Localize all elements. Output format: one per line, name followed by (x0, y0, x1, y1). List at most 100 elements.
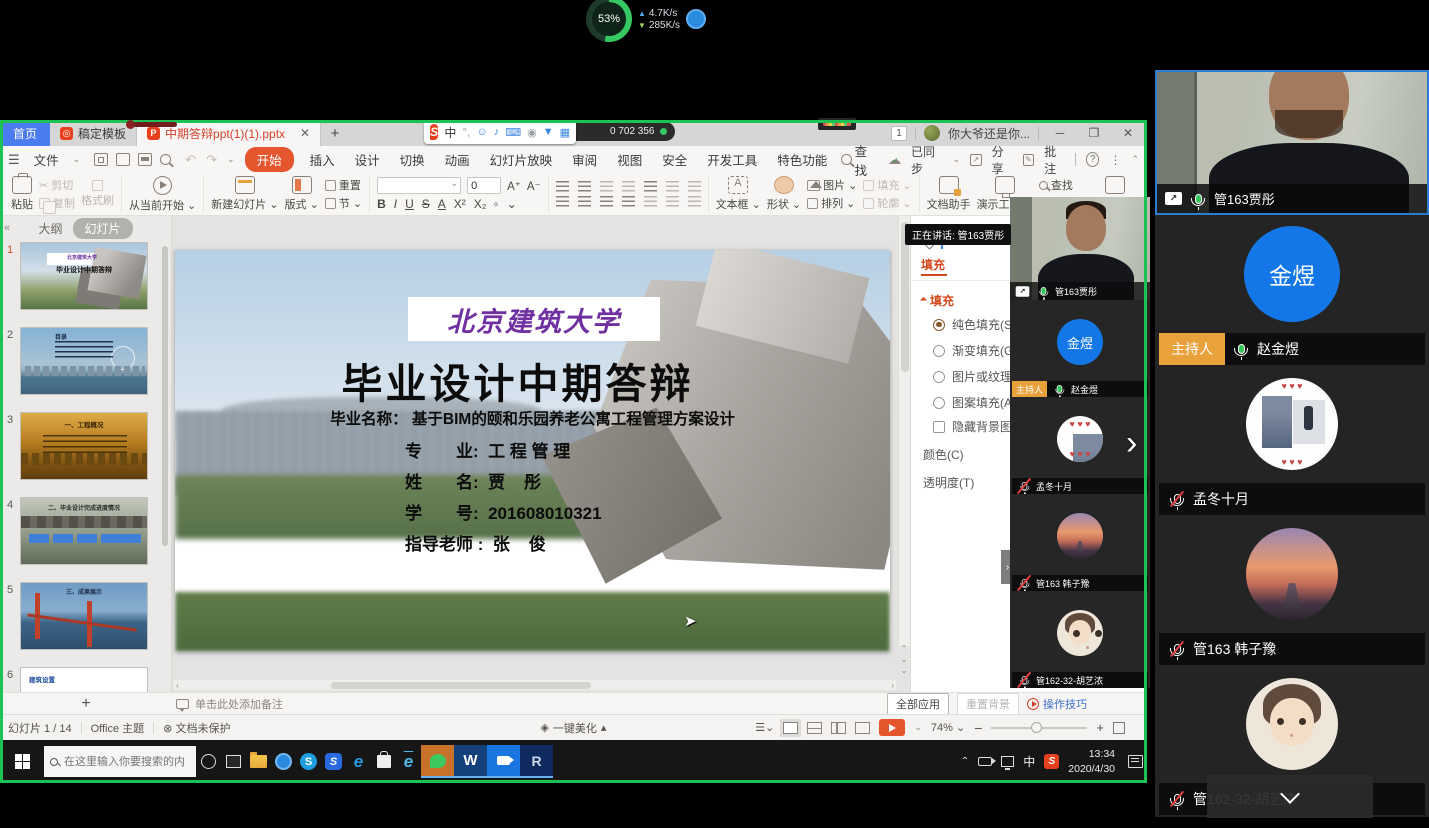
person-icon[interactable]: ◉ (527, 126, 537, 139)
scroll-right-icon[interactable]: › (889, 681, 896, 690)
slide-sorter-icon[interactable] (807, 722, 822, 734)
ie-button[interactable]: e (396, 740, 421, 783)
columns-icon[interactable] (644, 181, 657, 192)
collapse-panel-icon[interactable]: « (4, 222, 10, 234)
bold-button[interactable]: B (377, 197, 386, 211)
r-app-button[interactable]: R (520, 745, 553, 778)
start-button[interactable] (0, 740, 44, 783)
action-center-icon[interactable] (1128, 755, 1143, 768)
align-center-icon[interactable] (578, 196, 591, 207)
participant-tile[interactable]: 管163 韩子豫 (1010, 494, 1150, 591)
sogou-app-button[interactable]: S (321, 740, 346, 783)
chevron-down-icon[interactable]: ⌄ (73, 154, 81, 165)
alarms-button[interactable] (271, 740, 296, 783)
participant-tile[interactable]: 管163 韩子豫 (1155, 515, 1429, 665)
mic-icon[interactable] (1169, 640, 1185, 658)
menu-item[interactable]: 开发工具 (703, 148, 761, 171)
meeting-app-button[interactable] (487, 745, 520, 778)
menu-item[interactable]: 设计 (351, 148, 384, 171)
reading-view-icon[interactable] (831, 722, 846, 734)
tray-display-icon[interactable] (1001, 756, 1014, 767)
menu-item[interactable]: 插入 (306, 148, 339, 171)
participant-tile[interactable]: 管162-32-胡艺浓 (1010, 591, 1150, 688)
zoom-percent[interactable]: 74% ⌄ (931, 721, 965, 734)
edge-button[interactable]: e (346, 740, 371, 783)
task-view-button[interactable] (221, 740, 246, 783)
tab-template[interactable]: ◎ 稿定模板 (50, 120, 137, 146)
word-button[interactable]: W (454, 745, 487, 778)
ime-toolbar[interactable]: S 中 °, ☺ ♪ ⌨ ◉ ▼ ▦ (424, 120, 576, 144)
outdent-icon[interactable] (600, 181, 613, 192)
align-right-icon[interactable] (600, 196, 613, 207)
export-icon[interactable] (116, 153, 130, 166)
mic-icon[interactable] (1233, 340, 1249, 358)
font-size-select[interactable] (467, 177, 501, 194)
thumbnail-image[interactable]: 一、工程概况 (20, 412, 148, 480)
tab-slides[interactable]: 幻灯片 (73, 218, 133, 239)
slide-thumbnail[interactable]: 1 北京建筑大学 毕业设计中期答辩 (0, 242, 158, 310)
taskbar-search[interactable] (44, 746, 196, 777)
chevron-down-icon[interactable]: ⌄ (227, 154, 235, 165)
find-button[interactable]: 查找 (1039, 177, 1087, 193)
minimize-button[interactable]: ─ (1047, 123, 1073, 143)
fill-tab[interactable]: 填充 (921, 256, 945, 273)
reset-background-button[interactable]: 重置背景 (957, 693, 1019, 715)
notes-view-icon[interactable] (855, 722, 870, 734)
presenter-video-tile[interactable]: ↗ 管163贾彤 (1010, 197, 1150, 300)
file-explorer-button[interactable] (246, 740, 271, 783)
collapse-overlay[interactable] (1207, 775, 1373, 818)
numbered-list-icon[interactable] (578, 181, 591, 192)
tray-ime[interactable]: 中 (1023, 753, 1035, 770)
chevron-down-icon[interactable]: ⌄ (953, 154, 961, 165)
cloud-sync-icon[interactable]: ☁✓ (888, 152, 901, 168)
mic-input-icon[interactable]: ♪ (494, 126, 500, 138)
justify-icon[interactable] (622, 196, 635, 207)
align-left-icon[interactable] (556, 196, 569, 207)
search-input[interactable] (64, 756, 184, 768)
normal-view-icon[interactable] (783, 722, 798, 734)
theme-name[interactable]: Office 主题 (91, 720, 145, 736)
outline-button[interactable]: 轮廓 ⌄ (863, 195, 911, 211)
slide-thumbnail[interactable]: 5 三、成果展示 (0, 582, 158, 650)
print-icon[interactable] (138, 153, 152, 166)
tab-outline[interactable]: 大纲 (38, 220, 62, 237)
tray-clock[interactable]: 13:342020/4/30 (1068, 747, 1115, 775)
zoom-in-button[interactable]: + (1096, 720, 1104, 735)
menu-item[interactable]: 动画 (441, 148, 474, 171)
slide-thumbnail[interactable]: 4 二、毕业设计完成进度情况 (0, 497, 158, 565)
color-label[interactable]: 颜色(C) (923, 446, 964, 463)
clear-format-icon[interactable]: ▫ (490, 198, 503, 211)
reset-button[interactable]: 重置 (325, 177, 362, 193)
wechat-button[interactable] (421, 745, 454, 778)
shrink-font-button[interactable]: A⁻ (527, 179, 541, 193)
new-tab-button[interactable]: + (321, 120, 349, 146)
close-button[interactable]: ✕ (1115, 123, 1141, 143)
text-box-button[interactable]: 文本框 ⌄ (716, 176, 761, 212)
save-icon[interactable] (94, 153, 108, 166)
mic-icon[interactable] (1051, 381, 1067, 397)
tray-expand-icon[interactable]: ⌃ (961, 756, 969, 767)
ime-lang[interactable]: 中 (444, 124, 456, 141)
school-name-box[interactable]: 北京建筑大学 (408, 297, 660, 341)
mic-icon[interactable] (1016, 672, 1032, 688)
mic-icon[interactable] (1169, 790, 1185, 808)
synced-label[interactable]: 已同步 (911, 143, 942, 177)
more-icon[interactable]: ⋮ (1109, 153, 1121, 167)
thumbnail-image[interactable]: 建筑设置 (20, 667, 148, 692)
section-button[interactable]: 节 ⌄ (325, 195, 362, 211)
menu-item[interactable]: 开始 (245, 147, 294, 172)
mic-icon[interactable] (1016, 575, 1032, 591)
font-color-button[interactable]: A (438, 197, 446, 211)
print-preview-icon[interactable] (160, 154, 171, 165)
thumbnail-image[interactable]: 三、成果展示 (20, 582, 148, 650)
zoom-slider[interactable] (991, 727, 1087, 729)
line-spacing-icon[interactable] (666, 181, 679, 192)
cut-button[interactable]: ✂剪切 (39, 177, 75, 193)
display-options-icon[interactable]: ☰⌄ (755, 721, 774, 734)
fill-button[interactable]: 填充 ⌄ (863, 177, 911, 193)
play-from-current-button[interactable]: 从当前开始 ⌄ (129, 176, 196, 213)
transparency-label[interactable]: 透明度(T) (923, 474, 974, 491)
comment-icon[interactable]: ✎ (1023, 154, 1035, 166)
apply-all-button[interactable]: 全部应用 (887, 693, 949, 715)
mini-dock-widget[interactable] (818, 118, 856, 130)
